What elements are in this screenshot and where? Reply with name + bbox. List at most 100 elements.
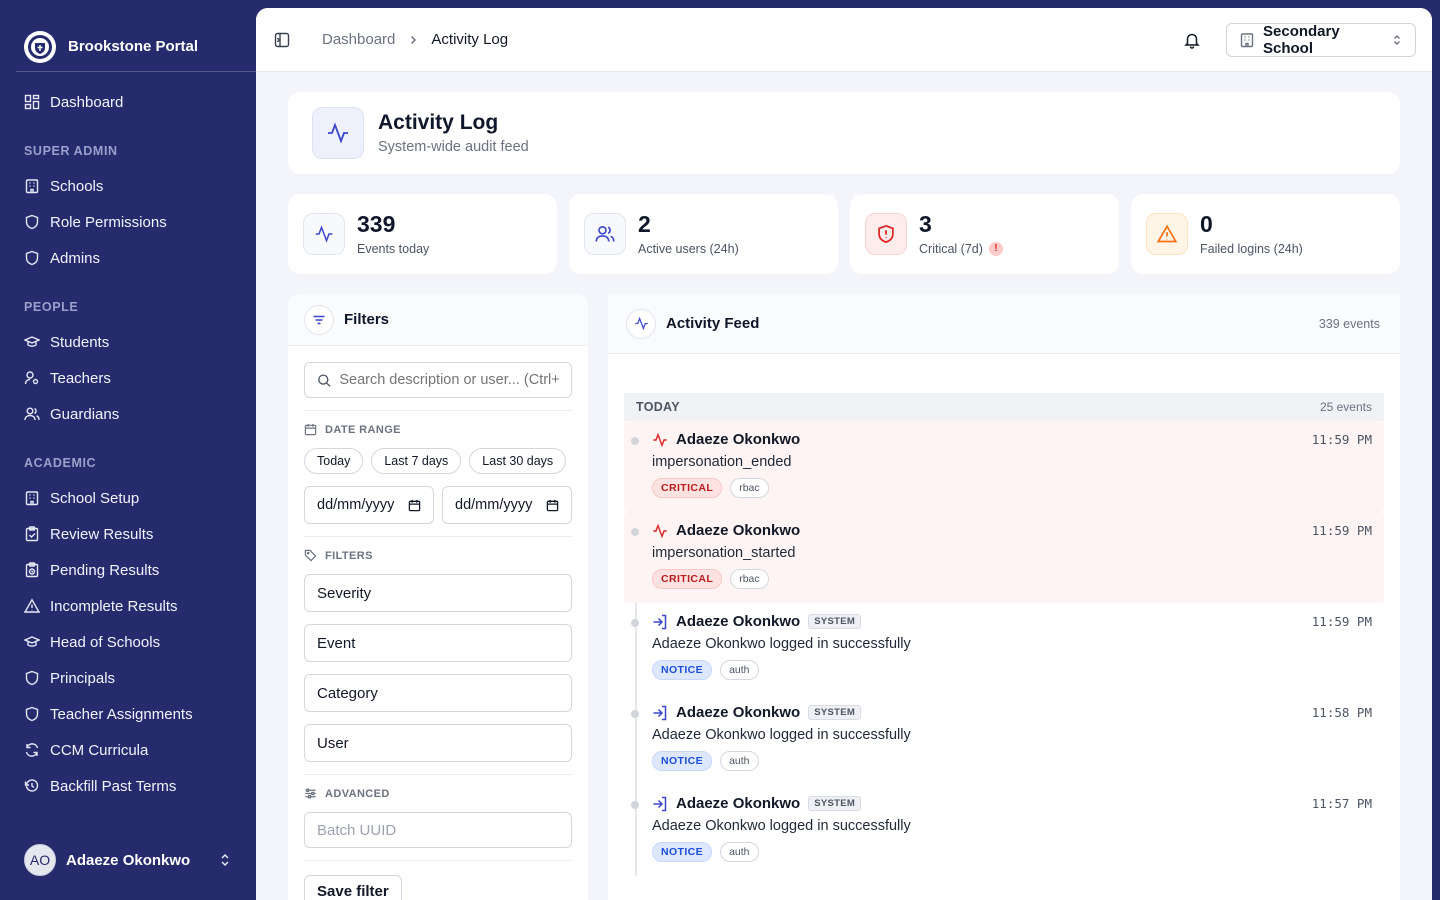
sidebar-item-backfill-past-terms[interactable]: Backfill Past Terms xyxy=(16,768,240,804)
event-select[interactable]: Event xyxy=(304,624,572,662)
sidebar-item-school-setup[interactable]: School Setup xyxy=(16,480,240,516)
user-select[interactable]: User xyxy=(304,724,572,762)
event-row[interactable]: Adaeze Okonkwo 11:59 PM impersonation_st… xyxy=(624,512,1384,603)
stat-failed-logins: 0 Failed logins (24h) xyxy=(1131,194,1400,274)
sidebar-item-review-results[interactable]: Review Results xyxy=(16,516,240,552)
system-tag: SYSTEM xyxy=(808,614,862,629)
event-time: 11:58 PM xyxy=(1311,705,1372,720)
filters-title: Filters xyxy=(344,311,390,328)
sidebar-item-label: Guardians xyxy=(50,405,120,423)
clipboard-check-icon xyxy=(25,526,39,542)
warning-triangle-icon xyxy=(24,598,40,613)
activity-icon xyxy=(653,523,667,538)
sidebar-item-teachers[interactable]: Teachers xyxy=(16,360,240,396)
sidebar-item-role-permissions[interactable]: Role Permissions xyxy=(16,204,240,240)
event-row[interactable]: Adaeze Okonkwo SYSTEM 11:59 PM Adaeze Ok… xyxy=(631,603,1384,694)
sidebar-item-label: Teachers xyxy=(50,369,111,387)
date-to-input[interactable]: dd/mm/yyyy xyxy=(442,486,572,524)
history-icon xyxy=(24,779,39,792)
calendar-icon[interactable] xyxy=(546,499,559,512)
event-row[interactable]: Adaeze Okonkwo 11:59 PM impersonation_en… xyxy=(624,421,1384,512)
sidebar-item-incomplete-results[interactable]: Incomplete Results xyxy=(16,588,240,624)
event-description: Adaeze Okonkwo logged in successfully xyxy=(652,636,911,652)
sidebar-item-label: CCM Curricula xyxy=(50,741,149,759)
stat-value: 0 xyxy=(1200,211,1213,238)
save-filter-button[interactable]: Save filter xyxy=(304,875,402,900)
sidebar-item-label: Teacher Assignments xyxy=(50,705,193,723)
search-field[interactable] xyxy=(304,362,572,398)
sidebar-item-students[interactable]: Students xyxy=(16,324,240,360)
sidebar-item-dashboard[interactable]: Dashboard xyxy=(16,84,240,120)
divider xyxy=(304,774,572,775)
severity-badge: NOTICE xyxy=(652,751,713,771)
sidebar-item-guardians[interactable]: Guardians xyxy=(16,396,240,432)
activity-icon xyxy=(303,213,345,255)
building-icon xyxy=(1240,32,1254,47)
chevron-right-icon xyxy=(411,35,417,44)
event-row[interactable]: Adaeze Okonkwo SYSTEM 11:57 PM Adaeze Ok… xyxy=(631,785,1384,876)
sidebar-item-principals[interactable]: Principals xyxy=(16,660,240,696)
category-badge: auth xyxy=(720,751,759,771)
advanced-label-text: ADVANCED xyxy=(325,787,390,800)
users-icon xyxy=(24,407,40,421)
category-badge: rbac xyxy=(730,569,769,589)
breadcrumb-dashboard[interactable]: Dashboard xyxy=(322,31,395,48)
sidebar-item-schools[interactable]: Schools xyxy=(16,168,240,204)
event-description: impersonation_started xyxy=(652,545,796,561)
columns: Filters DATE RANGE Today Last 7 days xyxy=(288,294,1400,900)
batch-uuid-input[interactable]: Batch UUID xyxy=(304,812,572,848)
event-user: Adaeze Okonkwo xyxy=(676,613,801,630)
sidebar-item-pending-results[interactable]: Pending Results xyxy=(16,552,240,588)
sidebar-item-label: Dashboard xyxy=(50,93,124,111)
sidebar-item-head-of-schools[interactable]: Head of Schools xyxy=(16,624,240,660)
building-icon xyxy=(25,491,39,506)
date-from-input[interactable]: dd/mm/yyyy xyxy=(304,486,434,524)
sidebar-toggle-icon[interactable] xyxy=(274,32,290,48)
calendar-icon[interactable] xyxy=(408,499,421,512)
shield-alert-icon xyxy=(865,213,907,255)
event-row[interactable]: Adaeze Okonkwo SYSTEM 11:58 PM Adaeze Ok… xyxy=(631,694,1384,785)
sidebar-item-teacher-assignments[interactable]: Teacher Assignments xyxy=(16,696,240,732)
sidebar-item-admins[interactable]: Admins xyxy=(16,240,240,276)
notifications-button[interactable] xyxy=(1174,22,1210,58)
severity-select[interactable]: Severity xyxy=(304,574,572,612)
date-range-label: DATE RANGE xyxy=(304,423,572,436)
filters-header: Filters xyxy=(288,294,588,346)
school-selector-value: Secondary School xyxy=(1263,22,1340,57)
sidebar-item-ccm-curricula[interactable]: CCM Curricula xyxy=(16,732,240,768)
warning-triangle-icon xyxy=(1146,213,1188,255)
critical-alert-badge: ! xyxy=(988,241,1003,256)
stat-label-text: Events today xyxy=(357,241,430,256)
page-header: Activity Log System-wide audit feed xyxy=(288,92,1400,174)
sidebar: Brookstone Portal Dashboard SUPER ADMIN … xyxy=(0,0,256,900)
building-icon xyxy=(25,179,39,194)
divider xyxy=(304,536,572,537)
chip-last-7-days[interactable]: Last 7 days xyxy=(371,448,462,474)
chip-last-30-days[interactable]: Last 30 days xyxy=(469,448,567,474)
search-input[interactable] xyxy=(339,372,559,388)
activity-icon xyxy=(626,308,656,339)
login-icon xyxy=(653,796,667,811)
event-time: 11:59 PM xyxy=(1311,523,1372,538)
breadcrumb-current: Activity Log xyxy=(431,31,509,48)
sidebar-item-label: Principals xyxy=(50,669,116,687)
school-selector[interactable]: Secondary School xyxy=(1226,22,1416,57)
stat-value: 339 xyxy=(357,211,396,238)
shield-icon xyxy=(25,706,39,722)
brand[interactable]: Brookstone Portal xyxy=(16,0,256,72)
user-menu[interactable]: AO Adaeze Okonkwo xyxy=(16,844,240,876)
login-icon xyxy=(653,614,667,629)
group-header-today[interactable]: TODAY 25 events xyxy=(624,393,1384,421)
app-name: Brookstone Portal xyxy=(68,38,199,55)
category-select[interactable]: Category xyxy=(304,674,572,712)
topbar: Dashboard Activity Log Secondary School xyxy=(256,8,1432,72)
main-panel: Dashboard Activity Log Secondary School … xyxy=(256,8,1432,900)
sidebar-item-label: Schools xyxy=(50,177,104,195)
date-to-placeholder: dd/mm/yyyy xyxy=(455,497,533,513)
chevrons-up-down-icon xyxy=(221,853,229,867)
chip-today[interactable]: Today xyxy=(304,448,364,474)
stat-active-users: 2 Active users (24h) xyxy=(569,194,838,274)
stat-label-text: Failed logins (24h) xyxy=(1200,241,1303,256)
date-inputs: dd/mm/yyyy dd/mm/yyyy xyxy=(304,486,572,524)
sidebar-item-label: Pending Results xyxy=(50,561,160,579)
